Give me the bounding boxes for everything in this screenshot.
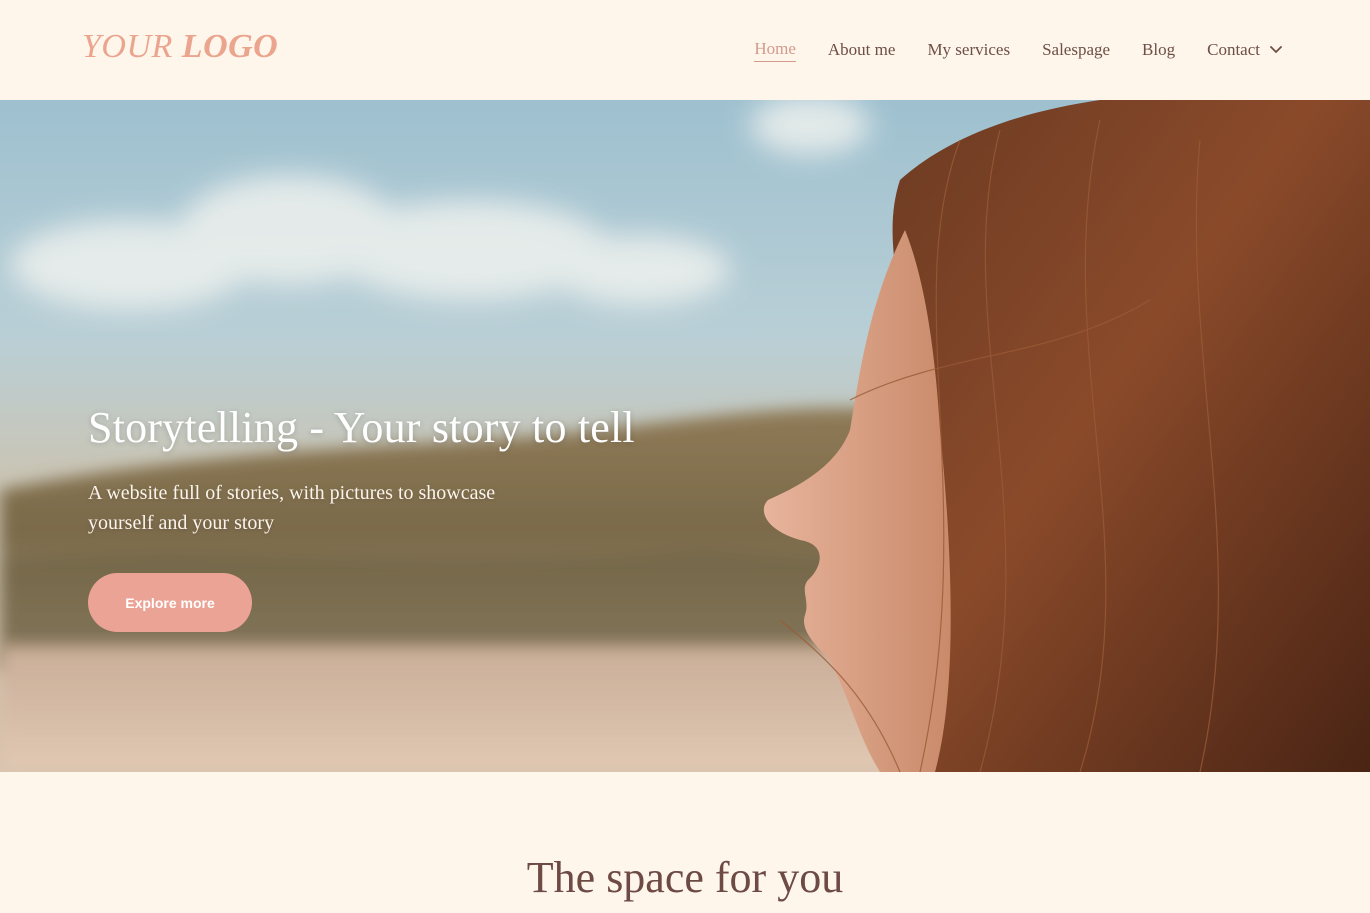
- nav-item-salespage[interactable]: Salespage: [1042, 39, 1110, 61]
- explore-more-button[interactable]: Explore more: [88, 573, 252, 632]
- chevron-down-icon[interactable]: [1270, 46, 1282, 54]
- nav-item-contact-label: Contact: [1207, 40, 1260, 59]
- nav-item-contact[interactable]: Contact: [1207, 39, 1282, 61]
- logo[interactable]: YOUR LOGO: [82, 28, 278, 66]
- nav-item-blog[interactable]: Blog: [1142, 39, 1175, 61]
- main-nav: Home About me My services Salespage Blog…: [722, 38, 1282, 62]
- nav-item-home[interactable]: Home: [754, 38, 796, 62]
- section-title: The space for you: [526, 853, 844, 902]
- nav-item-my-services[interactable]: My services: [927, 39, 1010, 61]
- site-header: YOUR LOGO Home About me My services Sale…: [0, 0, 1370, 100]
- hero-section: Storytelling - Your story to tell A webs…: [0, 100, 1370, 772]
- logo-text-light: YOUR: [82, 28, 173, 65]
- hero-subtitle: A website full of stories, with pictures…: [88, 482, 496, 534]
- logo-text-bold: LOGO: [181, 28, 279, 65]
- nav-item-about-me[interactable]: About me: [828, 39, 896, 61]
- hero-title: Storytelling - Your story to tell: [88, 403, 635, 452]
